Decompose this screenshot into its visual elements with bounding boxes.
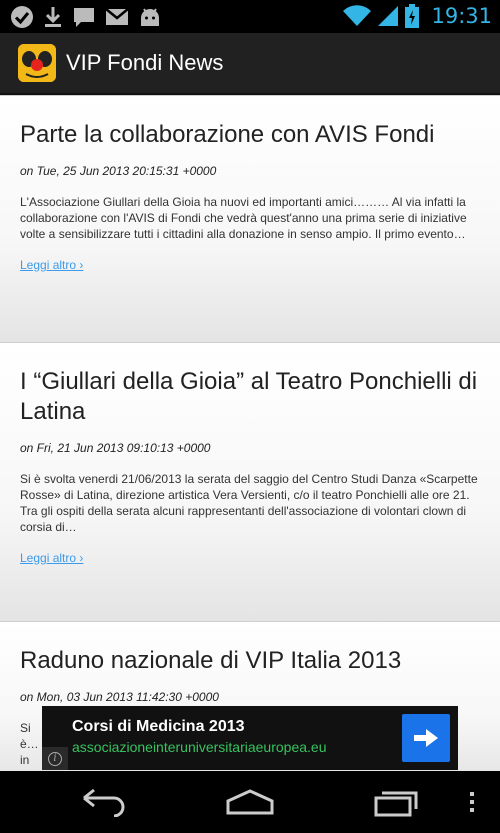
ad-title[interactable]: Corsi di Medicina 2013 <box>72 718 245 736</box>
post-date: on Mon, 03 Jun 2013 11:42:30 +0000 <box>20 690 219 704</box>
ad-url[interactable]: associazioneinteruniversitariaeuropea.eu <box>72 739 327 755</box>
arrow-right-icon[interactable] <box>402 714 450 762</box>
list-item[interactable]: Parte la collaborazione con AVIS Fondi o… <box>0 95 500 342</box>
overflow-menu-icon[interactable] <box>466 787 478 822</box>
gmail-icon <box>105 8 129 25</box>
chat-icon <box>74 8 94 27</box>
notification-icons <box>10 5 162 29</box>
info-icon[interactable]: i <box>42 747 68 770</box>
clock: 19:31 <box>431 4 492 28</box>
status-bar: 19:31 <box>0 0 500 33</box>
news-list[interactable]: Parte la collaborazione con AVIS Fondi o… <box>0 95 500 771</box>
check-icon <box>11 6 33 28</box>
app-title: VIP Fondi News <box>66 50 224 75</box>
post-title[interactable]: I “Giullari della Gioia” al Teatro Ponch… <box>20 367 480 427</box>
wifi-icon <box>343 5 372 27</box>
download-icon <box>45 7 61 27</box>
recent-apps-icon[interactable] <box>373 787 419 822</box>
signal-icon <box>378 6 399 26</box>
post-excerpt: L'Associazione Giullari della Gioia ha n… <box>20 195 467 241</box>
read-more-link[interactable]: Leggi altro › <box>20 258 83 272</box>
system-icons: 19:31 <box>343 3 492 29</box>
battery-charging-icon <box>405 4 420 28</box>
android-icon <box>141 8 159 26</box>
action-bar: VIP Fondi News <box>0 33 500 95</box>
post-date: on Tue, 25 Jun 2013 20:15:31 +0000 <box>20 164 217 178</box>
navigation-bar <box>0 771 500 833</box>
post-excerpt: Si è svolta venerdi 21/06/2013 la serata… <box>20 472 478 534</box>
home-icon[interactable] <box>225 787 275 822</box>
ad-banner[interactable]: Corsi di Medicina 2013 associazioneinter… <box>42 706 458 770</box>
clown-app-icon[interactable] <box>18 44 56 82</box>
post-title[interactable]: Raduno nazionale di VIP Italia 2013 <box>20 646 480 676</box>
back-icon[interactable] <box>80 787 128 822</box>
read-more-link[interactable]: Leggi altro › <box>20 551 83 565</box>
post-title[interactable]: Parte la collaborazione con AVIS Fondi <box>20 120 480 150</box>
list-item[interactable]: I “Giullari della Gioia” al Teatro Ponch… <box>0 342 500 621</box>
post-date: on Fri, 21 Jun 2013 09:10:13 +0000 <box>20 441 211 455</box>
